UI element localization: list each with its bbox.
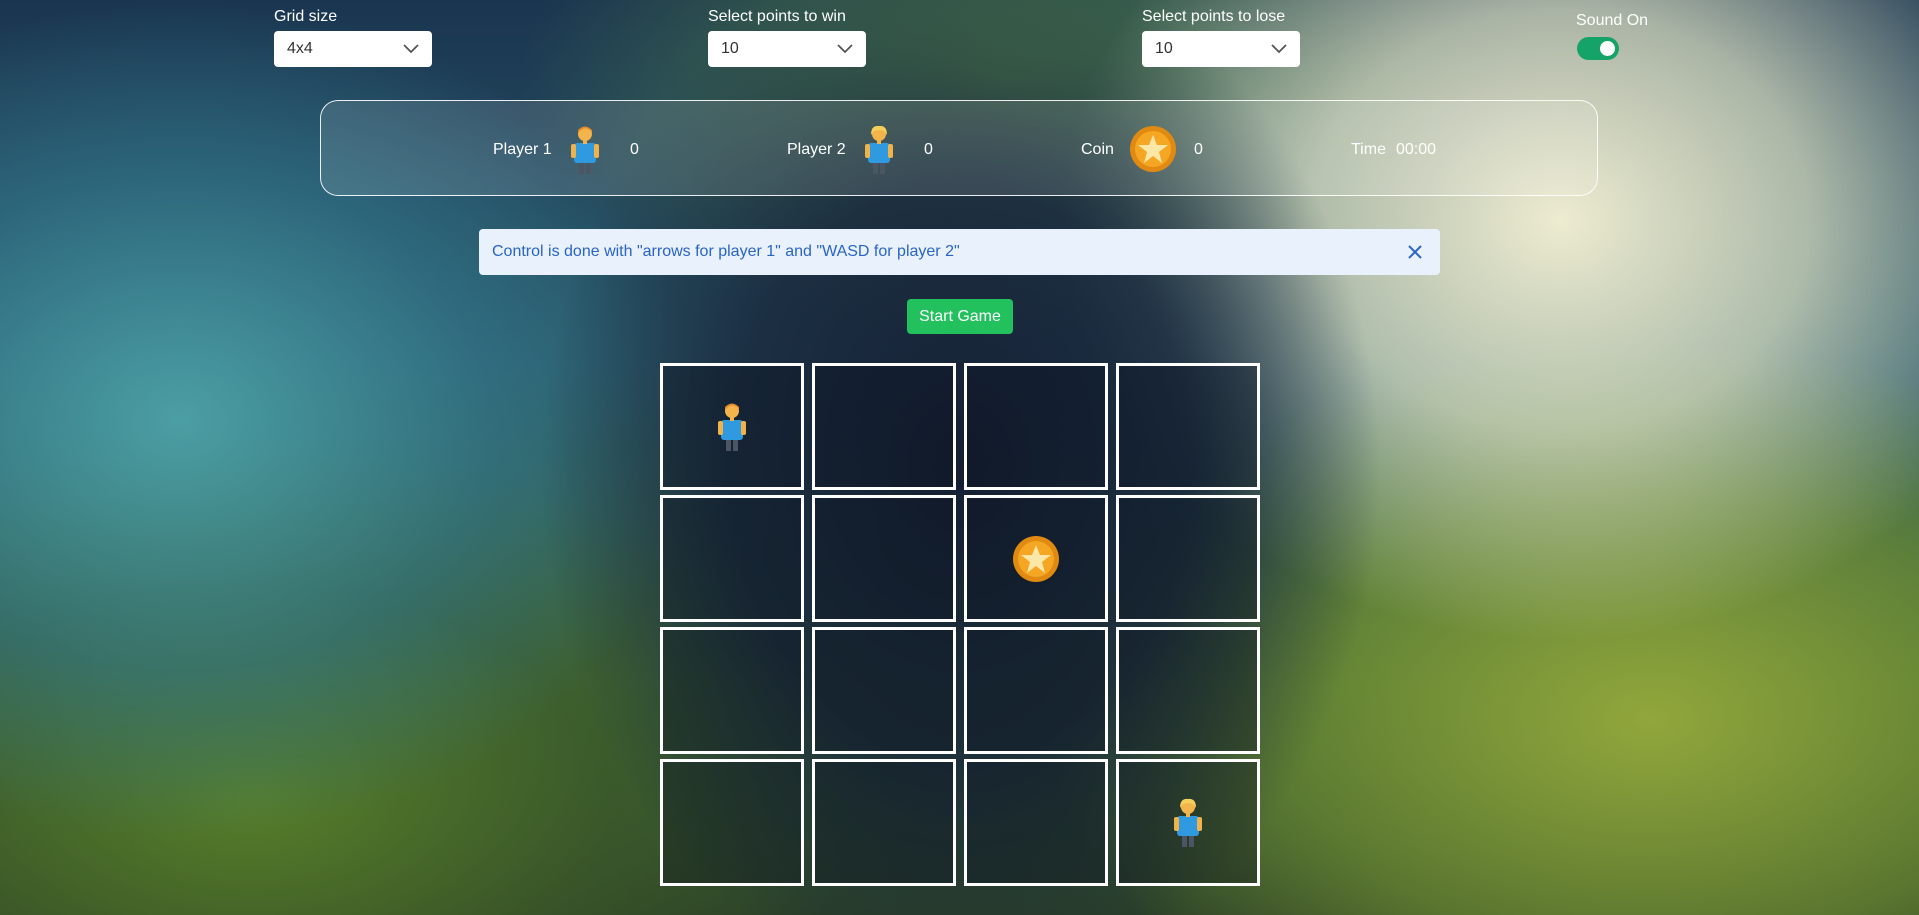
board-cell-r1-c2 — [964, 495, 1108, 622]
time-label: Time — [1351, 141, 1386, 158]
chevron-down-icon — [1271, 44, 1287, 54]
close-icon[interactable] — [1406, 243, 1424, 261]
points-lose-value: 10 — [1155, 40, 1173, 57]
player-blonde-icon — [1174, 798, 1202, 847]
sound-toggle[interactable] — [1577, 37, 1619, 60]
board-cell-r3-c2 — [964, 759, 1108, 886]
chevron-down-icon — [403, 44, 419, 54]
board-cell-r1-c0 — [660, 495, 804, 622]
player1-score: 0 — [630, 141, 639, 158]
player1-label: Player 1 — [493, 141, 552, 158]
coin-label: Coin — [1081, 141, 1114, 158]
alert-message: Control is done with "arrows for player … — [492, 243, 960, 260]
board-cell-r3-c0 — [660, 759, 804, 886]
controls-alert: Control is done with "arrows for player … — [479, 229, 1440, 275]
points-win-value: 10 — [721, 40, 739, 57]
scoreboard: Player 1 0 Player 2 0 Coin 0 Time 00:00 — [320, 100, 1598, 196]
toggle-knob — [1600, 41, 1615, 56]
coin-star-icon — [1130, 126, 1176, 172]
grid-size-value: 4x4 — [287, 40, 313, 57]
board-cell-r3-c1 — [812, 759, 956, 886]
player2-score: 0 — [924, 141, 933, 158]
player-boy-icon — [571, 126, 599, 174]
player2-label: Player 2 — [787, 141, 846, 158]
board-cell-r0-c0 — [660, 363, 804, 490]
coin-star-icon — [1013, 535, 1059, 582]
board-cell-r2-c2 — [964, 627, 1108, 754]
board-cell-r1-c3 — [1116, 495, 1260, 622]
coin-score: 0 — [1194, 141, 1203, 158]
board-cell-r0-c2 — [964, 363, 1108, 490]
board-cell-r2-c1 — [812, 627, 956, 754]
board-cell-r2-c3 — [1116, 627, 1260, 754]
time-value: 00:00 — [1396, 141, 1437, 158]
board-cell-r3-c3 — [1116, 759, 1260, 886]
player-blonde-icon — [865, 126, 893, 174]
points-win-select[interactable]: 10 — [708, 31, 866, 67]
chevron-down-icon — [837, 44, 853, 54]
player-boy-icon — [718, 403, 746, 451]
points-lose-select[interactable]: 10 — [1142, 31, 1300, 67]
grid-size-select[interactable]: 4x4 — [274, 31, 432, 67]
points-win-label: Select points to win — [708, 8, 846, 25]
grid-size-label: Grid size — [274, 8, 338, 25]
board-cell-r0-c3 — [1116, 363, 1260, 490]
sound-label: Sound On — [1576, 12, 1649, 29]
points-lose-label: Select points to lose — [1142, 8, 1286, 25]
board-cell-r0-c1 — [812, 363, 956, 490]
board-cell-r1-c1 — [812, 495, 956, 622]
board-cell-r2-c0 — [660, 627, 804, 754]
start-game-button[interactable]: Start Game — [907, 299, 1013, 334]
